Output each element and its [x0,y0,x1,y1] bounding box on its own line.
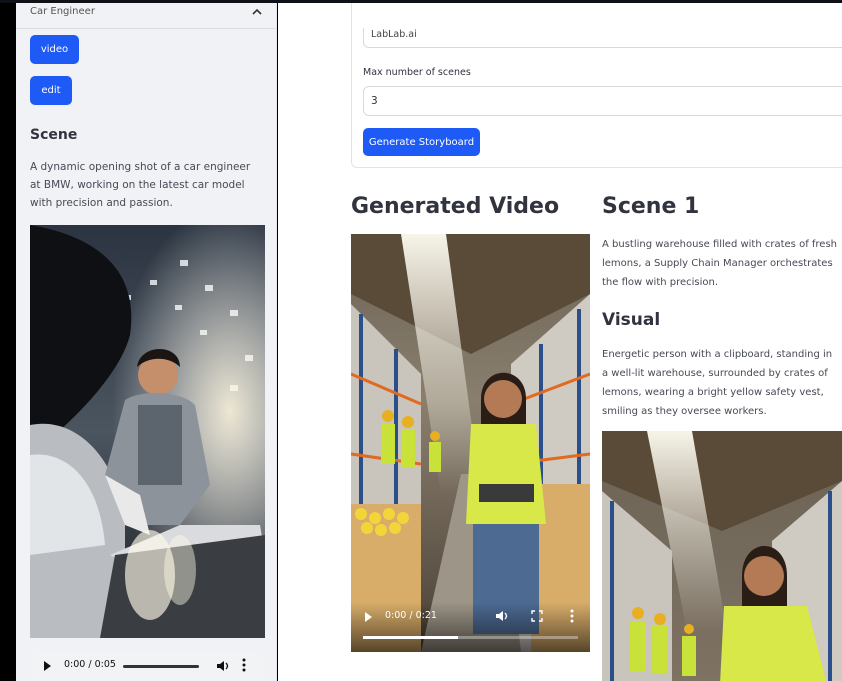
more-options-icon[interactable] [242,658,246,672]
scene-1-image [602,431,842,681]
generate-storyboard-button[interactable]: Generate Storyboard [363,128,480,156]
scene-1-text: A bustling warehouse filled with crates … [602,239,837,288]
volume-icon[interactable] [216,659,230,673]
expander-header[interactable]: Car Engineer [16,3,276,29]
video-player[interactable]: 0:00 / 0:21 [351,234,590,652]
more-options-icon[interactable] [570,609,574,623]
main-content: LabLab.ai Max number of scenes 3 Generat… [278,3,842,681]
audio-time: 0:00 / 0:05 [64,659,116,670]
expander-title: Car Engineer [30,6,95,17]
company-input[interactable]: LabLab.ai [363,28,842,48]
audio-seek-bar[interactable] [123,665,199,668]
sidebar: Car Engineer video edit Scene A dynamic … [16,3,277,681]
play-icon[interactable] [365,612,372,622]
max-scenes-input[interactable]: 3 [363,86,842,116]
video-button[interactable]: video [30,35,79,64]
chevron-up-icon[interactable] [249,4,265,20]
video-seek-bar[interactable] [363,636,578,639]
video-seek-progress [363,636,458,639]
edit-button[interactable]: edit [30,76,72,105]
max-scenes-label: Max number of scenes [363,67,471,78]
play-icon[interactable] [44,661,51,671]
visual-heading: Visual [602,310,661,330]
car-engineer-image [30,225,265,638]
sidebar-scene-text: A dynamic opening shot of a car engineer… [30,161,251,209]
video-time: 0:00 / 0:21 [385,610,437,621]
fullscreen-icon[interactable] [531,610,543,622]
visual-text: Energetic person with a clipboard, stand… [602,349,833,417]
video-controls: 0:00 / 0:21 [351,602,590,652]
audio-player[interactable]: 0:00 / 0:05 [30,651,265,681]
sidebar-scene-heading: Scene [30,127,78,143]
volume-icon[interactable] [495,609,509,623]
generated-video-heading: Generated Video [351,194,560,219]
scene-1-heading: Scene 1 [602,194,700,219]
